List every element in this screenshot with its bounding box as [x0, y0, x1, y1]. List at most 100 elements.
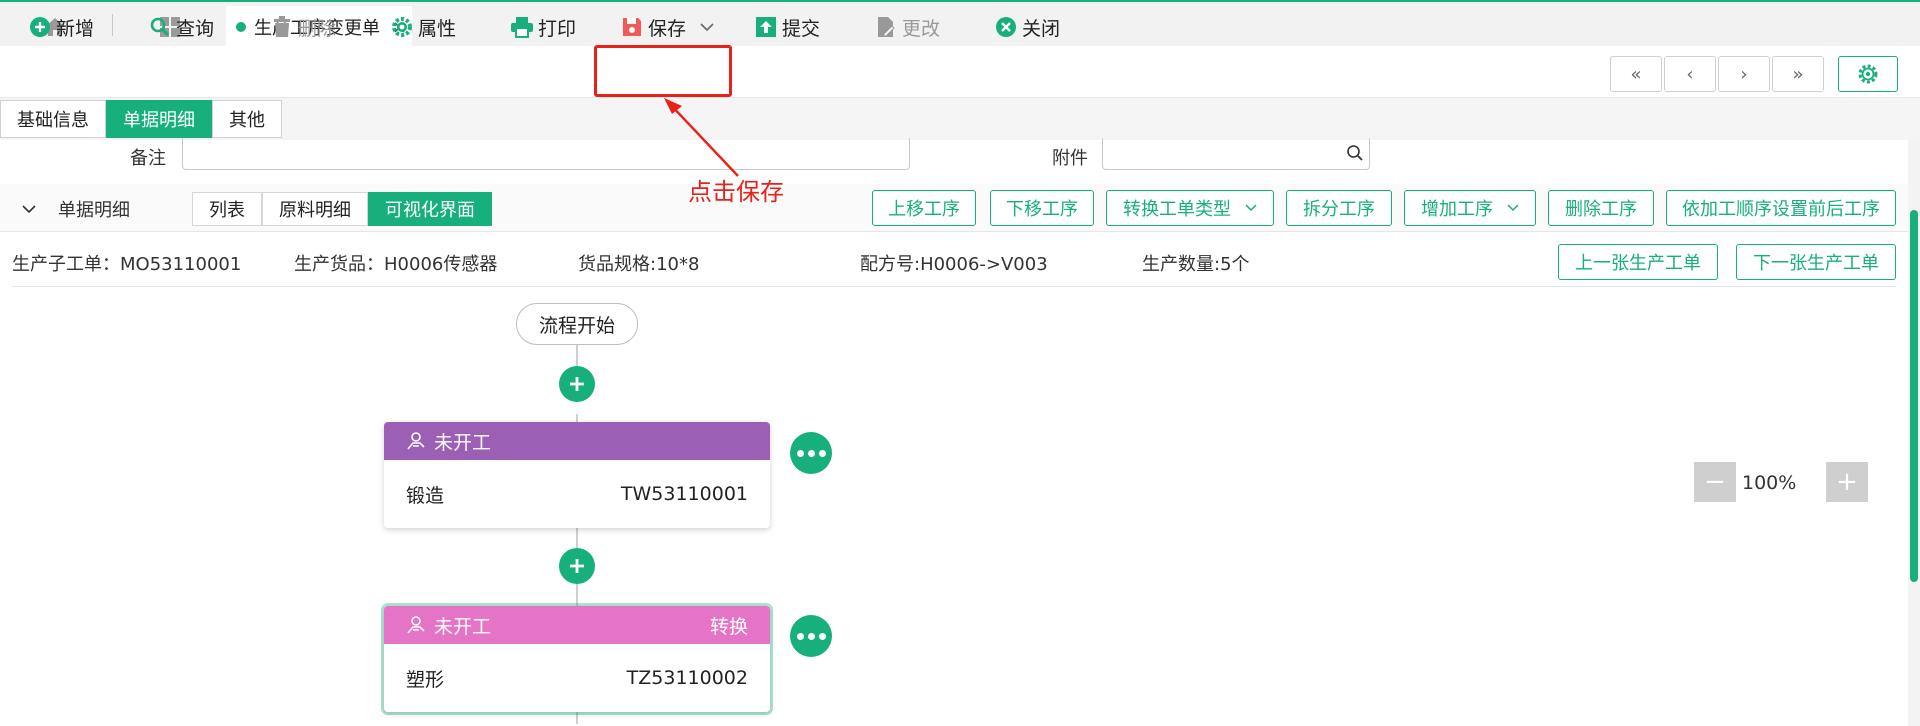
- worker-hand-icon: [406, 431, 426, 451]
- process-card-body: 锻造 TW53110001: [384, 460, 770, 528]
- save-disk-icon: [620, 15, 644, 39]
- convert-type-chevron-icon: [1245, 200, 1257, 216]
- sub-order-info: 生产子工单：MO53110001: [12, 254, 242, 275]
- delete-label: 删除: [298, 17, 337, 40]
- add-label: 新增: [56, 17, 95, 40]
- submit-button[interactable]: 提交: [754, 8, 820, 46]
- plus-icon: [570, 377, 584, 391]
- convert-type-label: 转换工单类型: [1123, 199, 1231, 220]
- query-button[interactable]: 查询: [148, 8, 214, 46]
- process-name: 塑形: [406, 668, 445, 691]
- move-up-process-button[interactable]: 上移工序: [872, 190, 976, 226]
- subtab-document-detail[interactable]: 单据明细: [106, 100, 212, 138]
- last-icon: »: [1792, 63, 1804, 85]
- plus-icon: [570, 559, 584, 573]
- process-card-header: 未开工: [384, 422, 770, 460]
- save-label: 保存: [648, 17, 687, 40]
- goods-info: 生产货品：H0006传感器: [294, 254, 498, 275]
- info-divider: [12, 286, 1896, 287]
- first-icon: «: [1630, 63, 1642, 85]
- subtab-other[interactable]: 其他: [212, 100, 282, 138]
- add-node-button[interactable]: [559, 366, 595, 402]
- printer-icon: [510, 15, 534, 39]
- gear-icon: [390, 15, 414, 39]
- process-card-body: 塑形 TZ53110002: [384, 644, 770, 712]
- subtab-basic-info[interactable]: 基础信息: [0, 100, 106, 138]
- process-tag: 转换: [709, 615, 748, 638]
- save-highlight-box: [594, 45, 732, 97]
- search-icon: [148, 15, 172, 39]
- convert-type-button[interactable]: 转换工单类型: [1106, 190, 1274, 226]
- process-card[interactable]: 未开工 转换 塑形 TZ53110002: [384, 606, 770, 712]
- modify-button[interactable]: 更改: [874, 8, 940, 46]
- print-label: 打印: [538, 17, 577, 40]
- zoom-out-button[interactable]: −: [1694, 462, 1736, 502]
- view-visual[interactable]: 可视化界面: [368, 192, 492, 226]
- annotation-arrow: [664, 98, 739, 177]
- move-down-process-button[interactable]: 下移工序: [990, 190, 1094, 226]
- spec-info: 货品规格:10*8: [578, 254, 700, 275]
- process-status: 未开工: [434, 615, 492, 638]
- first-record-button[interactable]: «: [1610, 56, 1662, 92]
- subtab-group: 基础信息 单据明细 其他: [0, 100, 282, 140]
- section-header: 单据明细: [22, 196, 130, 222]
- quantity-info: 生产数量:5个: [1142, 254, 1250, 275]
- process-card[interactable]: 未开工 锻造 TW53110001: [384, 422, 770, 528]
- add-process-button[interactable]: 增加工序: [1404, 190, 1536, 226]
- add-button[interactable]: 新增: [28, 8, 94, 46]
- split-process-button[interactable]: 拆分工序: [1286, 190, 1392, 226]
- more-options-button[interactable]: [790, 615, 832, 657]
- attachment-input[interactable]: [1102, 138, 1370, 170]
- add-node-button[interactable]: [559, 548, 595, 584]
- add-circle-icon: [28, 15, 52, 39]
- collapse-chevron-icon[interactable]: [22, 204, 36, 214]
- flow-start-node[interactable]: 流程开始: [516, 303, 638, 345]
- modify-label: 更改: [902, 17, 941, 40]
- more-options-button[interactable]: [790, 432, 832, 474]
- trash-icon: [270, 15, 294, 39]
- edit-document-icon: [874, 15, 898, 39]
- next-icon: ›: [1740, 63, 1748, 85]
- worker-hand-icon: [406, 615, 426, 635]
- close-label: 关闭: [1022, 17, 1061, 40]
- remark-input[interactable]: [182, 138, 910, 170]
- view-materials[interactable]: 原料明细: [262, 192, 368, 226]
- close-button[interactable]: 关闭: [994, 8, 1060, 46]
- query-label: 查询: [176, 17, 215, 40]
- settings-button[interactable]: [1838, 56, 1898, 92]
- process-code: TZ53110002: [626, 667, 748, 689]
- properties-label: 属性: [418, 17, 457, 40]
- view-list[interactable]: 列表: [192, 192, 262, 226]
- view-switcher: 列表 原料明细 可视化界面: [192, 192, 492, 226]
- zoom-in-button[interactable]: +: [1826, 462, 1868, 502]
- properties-button[interactable]: 属性: [390, 8, 456, 46]
- save-dropdown-chevron-icon[interactable]: [700, 22, 714, 32]
- prev-order-button[interactable]: 上一张生产工单: [1558, 244, 1718, 280]
- process-status: 未开工: [434, 431, 492, 454]
- next-record-button[interactable]: ›: [1718, 56, 1770, 92]
- last-record-button[interactable]: »: [1772, 56, 1824, 92]
- delete-button[interactable]: 删除: [270, 8, 336, 46]
- delete-process-button[interactable]: 删除工序: [1548, 190, 1654, 226]
- attachment-search-icon[interactable]: [1346, 144, 1364, 166]
- section-title: 单据明细: [58, 200, 130, 221]
- subtab-band: [0, 98, 1920, 140]
- attachment-label: 附件: [1052, 148, 1088, 169]
- next-order-button[interactable]: 下一张生产工单: [1736, 244, 1896, 280]
- add-process-chevron-icon: [1507, 200, 1519, 216]
- scrollbar-thumb[interactable]: [1910, 210, 1918, 582]
- process-card-header: 未开工 转换: [384, 606, 770, 644]
- zoom-level: 100%: [1742, 472, 1797, 494]
- save-button[interactable]: 保存: [620, 8, 714, 46]
- close-circle-icon: [994, 15, 1018, 39]
- add-process-label: 增加工序: [1421, 199, 1493, 220]
- set-order-button[interactable]: 依加工顺序设置前后工序: [1666, 190, 1896, 226]
- upload-icon: [754, 15, 778, 39]
- prev-record-button[interactable]: ‹: [1664, 56, 1716, 92]
- prev-icon: ‹: [1686, 63, 1694, 85]
- formula-info: 配方号:H0006->V003: [860, 254, 1048, 275]
- remark-label: 备注: [130, 148, 166, 169]
- process-name: 锻造: [406, 484, 445, 507]
- active-dot-icon: [236, 22, 246, 32]
- print-button[interactable]: 打印: [510, 8, 576, 46]
